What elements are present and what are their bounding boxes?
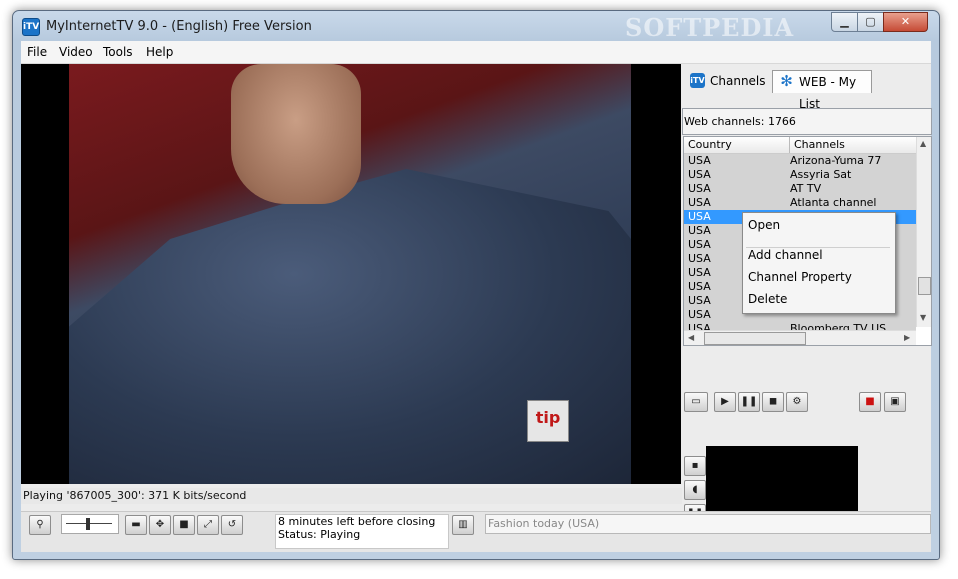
small-view-button[interactable]: ▬ (125, 515, 147, 535)
refresh-icon[interactable]: ↺ (221, 515, 243, 535)
row-country: USA (688, 210, 711, 223)
table-row[interactable]: USA Arizona-Yuma 77 (684, 154, 916, 168)
row-country: USA (688, 308, 711, 321)
watermark: SOFTPEDIA (625, 13, 795, 42)
save-button[interactable]: ▣ (884, 392, 906, 412)
book-icon[interactable]: ▥ (452, 515, 474, 535)
minimize-button[interactable]: ▁ (831, 12, 858, 32)
tab-web-my-list[interactable]: ✻ WEB - My List (772, 70, 872, 111)
row-country: USA (688, 294, 711, 307)
row-country: USA (688, 252, 711, 265)
row-country: USA (688, 280, 711, 293)
slider-knob[interactable] (86, 518, 90, 530)
status-info: 8 minutes left before closing Status: Pl… (275, 514, 449, 549)
context-add-channel[interactable]: Add channel (748, 248, 823, 262)
table-row[interactable]: USA Assyria Sat (684, 168, 916, 182)
row-country: USA (688, 266, 711, 279)
black-screen-button[interactable]: ■ (173, 515, 195, 535)
fullscreen-icon[interactable]: ⤢ (197, 515, 219, 535)
bottom-toolbar: ⚲ ▬ ✥ ■ ⤢ ↺ 8 minutes left before closin… (21, 511, 931, 552)
scroll-right-icon[interactable]: ▶ (904, 333, 910, 342)
close-button[interactable]: ✕ (883, 12, 928, 32)
play-button[interactable]: ▶ (714, 392, 736, 412)
scroll-down-icon[interactable]: ▼ (920, 313, 926, 322)
row-channel: Assyria Sat (790, 168, 852, 181)
app-icon: iTV (22, 18, 40, 36)
menu-bar: File Video Tools Help (21, 41, 931, 64)
tab-channels[interactable]: iTV Channels (684, 70, 780, 92)
now-playing-field: Fashion today (USA) (485, 514, 931, 534)
row-country: USA (688, 182, 711, 195)
volume-slider[interactable] (61, 514, 119, 534)
itv-icon: iTV (690, 73, 705, 88)
binoculars-icon[interactable]: ⚲ (29, 515, 51, 535)
properties-button[interactable]: ⚙ (786, 392, 808, 412)
screen-icon-button[interactable]: ▪ (684, 456, 706, 476)
table-row[interactable]: USA Atlanta channel (684, 196, 916, 210)
status-text: Status: Playing (278, 528, 361, 541)
context-delete[interactable]: Delete (748, 292, 787, 306)
screen-mode-button[interactable]: ▭ (684, 392, 708, 412)
maximize-button[interactable]: ▢ (857, 12, 884, 32)
context-menu: Open Add channel Channel Property Delete (742, 212, 896, 314)
pause-button[interactable]: ❚❚ (738, 392, 760, 412)
list-header: Country Channels (684, 137, 916, 154)
column-country[interactable]: Country (688, 137, 732, 153)
playback-status: Playing '867005_300': 371 K bits/second (21, 488, 683, 504)
row-country: USA (688, 154, 711, 167)
web-snowflake-icon: ✻ (780, 72, 793, 90)
menu-file[interactable]: File (27, 45, 47, 59)
tab-web-label: WEB - My List (799, 75, 857, 111)
video-content-hand (231, 64, 361, 204)
row-country: USA (688, 168, 711, 181)
row-channel: Atlanta channel (790, 196, 877, 209)
move-icon[interactable]: ✥ (149, 515, 171, 535)
context-channel-property[interactable]: Channel Property (748, 270, 852, 284)
tab-channels-label: Channels (710, 74, 766, 88)
stop-record-button[interactable]: ■ (859, 392, 881, 412)
menu-help[interactable]: Help (146, 45, 173, 59)
title-bar[interactable]: iTV MyInternetTV 9.0 - (English) Free Ve… (13, 11, 939, 42)
window-mode-button[interactable]: ◼ (762, 392, 784, 412)
scroll-thumb[interactable] (918, 277, 931, 295)
vertical-scrollbar[interactable]: ▲ ▼ (916, 137, 931, 327)
menu-tools[interactable]: Tools (103, 45, 133, 59)
hscroll-thumb[interactable] (704, 332, 806, 345)
horizontal-scrollbar[interactable]: ◀ ▶ (684, 330, 916, 345)
scroll-left-icon[interactable]: ◀ (688, 333, 694, 342)
window-title: MyInternetTV 9.0 - (English) Free Versio… (46, 19, 312, 34)
row-channel: AT TV (790, 182, 822, 195)
channel-logo: tip (527, 400, 569, 442)
context-open[interactable]: Open (748, 218, 780, 232)
video-panel[interactable]: tip (21, 64, 681, 484)
row-channel: Arizona-Yuma 77 (790, 154, 882, 167)
web-channels-count: Web channels: 1766 (682, 108, 932, 135)
volume-button[interactable]: ◖ (684, 480, 706, 500)
table-row[interactable]: USA AT TV (684, 182, 916, 196)
row-country: USA (688, 196, 711, 209)
column-channels[interactable]: Channels (789, 137, 845, 153)
scroll-up-icon[interactable]: ▲ (920, 139, 926, 148)
row-country: USA (688, 224, 711, 237)
row-country: USA (688, 238, 711, 251)
time-left-text: 8 minutes left before closing (278, 515, 436, 528)
menu-video[interactable]: Video (59, 45, 93, 59)
